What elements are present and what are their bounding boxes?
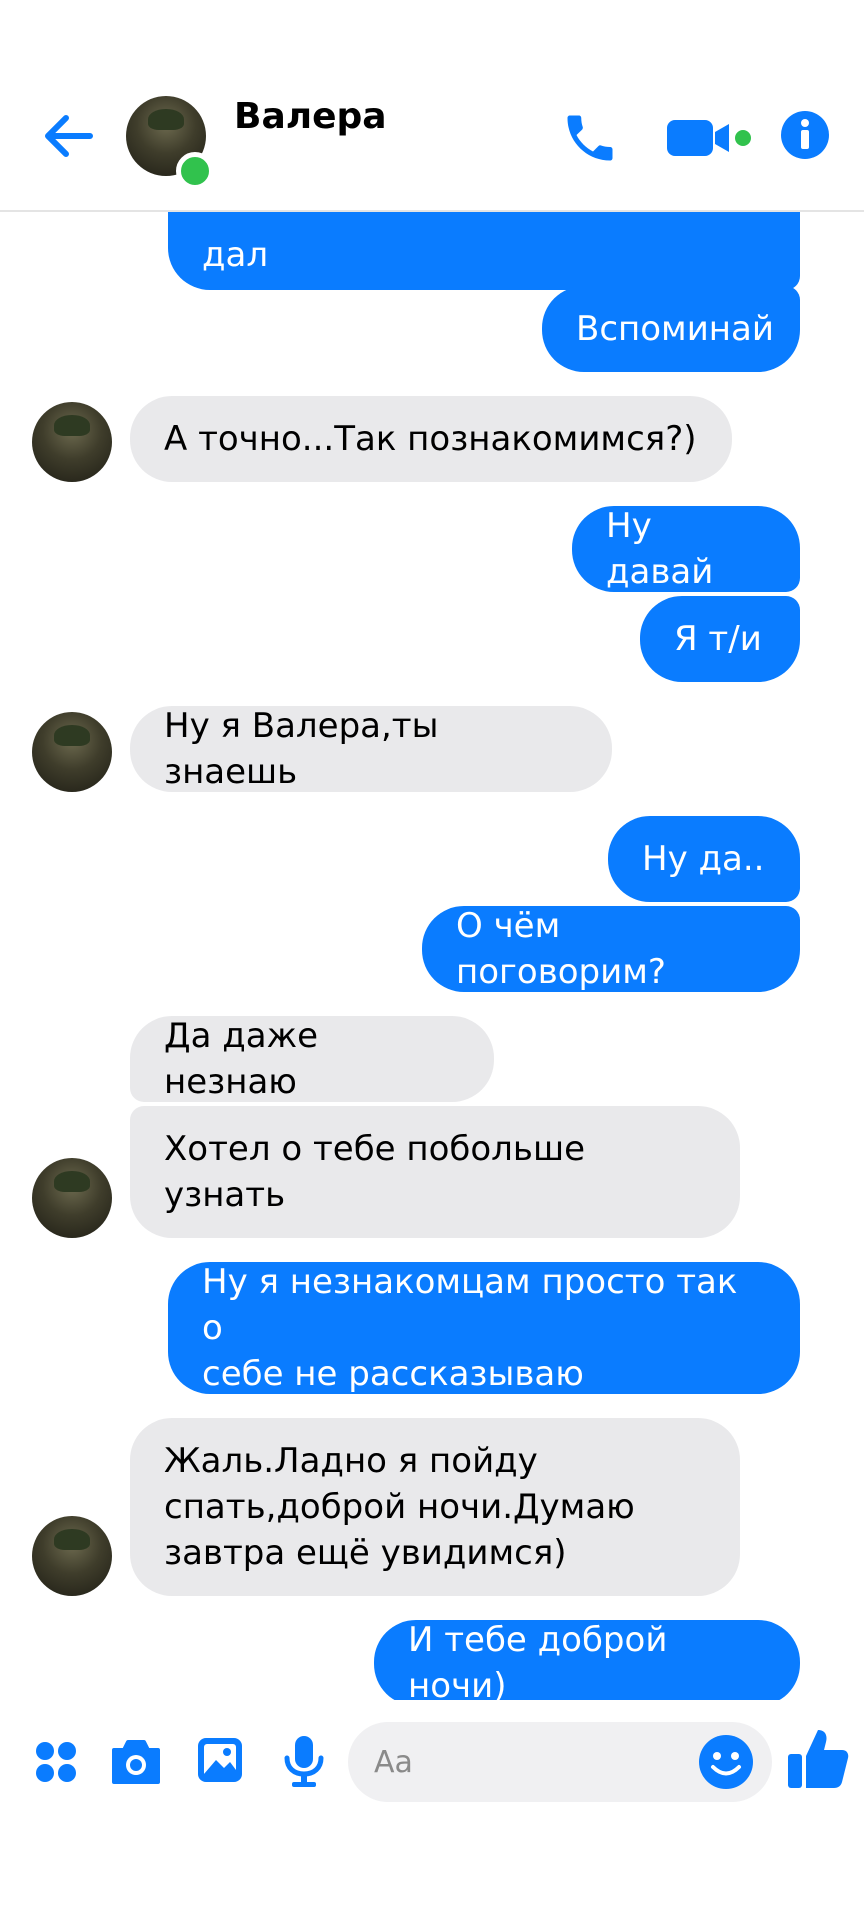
message-text: дал	[202, 235, 269, 275]
message-outgoing[interactable]: Ну я незнакомцам просто так о себе не ра…	[168, 1262, 800, 1394]
contact-avatar[interactable]	[32, 1158, 112, 1238]
message-outgoing[interactable]: Я т/и	[640, 596, 800, 682]
message-text: Ну да..	[642, 839, 765, 879]
message-incoming[interactable]: Хотел о тебе побольше узнать	[130, 1106, 740, 1238]
message-text: Ну я Валера,ты знаешь	[164, 706, 439, 792]
message-outgoing[interactable]: И тебе доброй ночи)	[374, 1620, 800, 1706]
menu-dots-icon[interactable]	[34, 1740, 78, 1784]
message-text: Вспоминай	[576, 309, 774, 349]
message-text: И тебе доброй ночи)	[408, 1620, 668, 1706]
message-text: Жаль.Ладно я пойду спать,доброй ночи.Дум…	[164, 1441, 635, 1573]
message-incoming[interactable]: Ну я Валера,ты знаешь	[130, 706, 612, 792]
info-icon[interactable]	[780, 110, 830, 160]
message-outgoing[interactable]: Вспоминай	[542, 286, 800, 372]
message-incoming[interactable]: А точно...Так познакомимся?)	[130, 396, 732, 482]
gallery-icon[interactable]	[196, 1736, 244, 1784]
message-text: О чём поговорим?	[456, 906, 666, 992]
message-text: Я т/и	[674, 619, 762, 659]
message-text: Да даже незнаю	[164, 1016, 319, 1102]
message-incoming[interactable]: Да даже незнаю	[130, 1016, 494, 1102]
message-outgoing[interactable]: Ну да..	[608, 816, 800, 902]
contact-avatar[interactable]	[32, 1516, 112, 1596]
microphone-icon[interactable]	[282, 1734, 326, 1788]
online-status-indicator	[176, 152, 214, 190]
message-incoming[interactable]: Жаль.Ладно я пойду спать,доброй ночи.Дум…	[130, 1418, 740, 1596]
contact-name[interactable]: Валера	[234, 96, 387, 137]
message-composer	[0, 1700, 864, 1820]
message-list[interactable]: дал Вспоминай А точно...Так познакомимся…	[0, 180, 864, 1706]
phone-icon[interactable]	[560, 108, 620, 168]
contact-avatar[interactable]	[32, 402, 112, 482]
back-arrow-icon[interactable]	[40, 108, 96, 164]
message-text: Ну я незнакомцам просто так о себе не ра…	[202, 1262, 738, 1394]
message-text: А точно...Так познакомимся?)	[164, 419, 697, 459]
thumbs-up-icon[interactable]	[786, 1726, 850, 1792]
message-text: Ну давай	[606, 506, 714, 592]
message-text: Хотел о тебе побольше узнать	[164, 1129, 585, 1215]
video-camera-icon[interactable]	[665, 116, 755, 160]
camera-icon[interactable]	[110, 1738, 162, 1786]
contact-avatar[interactable]	[32, 712, 112, 792]
message-outgoing[interactable]: Ну давай	[572, 506, 800, 592]
chat-header: Валера	[0, 0, 864, 212]
message-outgoing[interactable]: О чём поговорим?	[422, 906, 800, 992]
emoji-icon[interactable]	[698, 1734, 754, 1790]
